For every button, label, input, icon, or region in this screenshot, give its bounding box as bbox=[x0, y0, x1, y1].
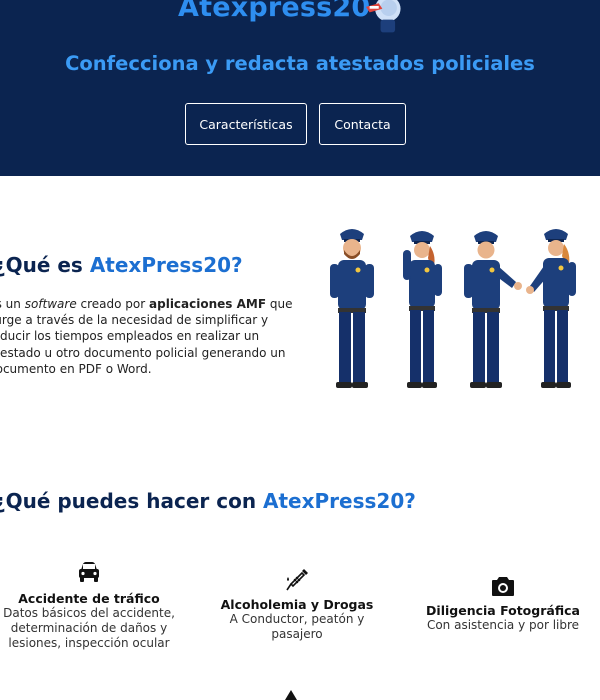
features-button[interactable]: Características bbox=[185, 103, 307, 145]
feature-alcoholemia: Alcoholemia y Drogas A Conductor, peatón… bbox=[212, 567, 382, 642]
feature-description: Con asistencia y por libre bbox=[426, 618, 580, 632]
hero-banner: Atexpress20 Confecciona y redacta atesta… bbox=[0, 0, 600, 176]
tagline: Confecciona y redacta atestados policial… bbox=[65, 52, 535, 75]
desc-bold: aplicaciones AMF bbox=[149, 297, 267, 311]
desc-italic: software bbox=[24, 297, 77, 311]
feature-fotografica: Diligencia Fotográfica Con asistencia y … bbox=[410, 575, 596, 633]
what-is-title-prefix: ¿Qué es bbox=[0, 253, 90, 277]
car-icon bbox=[79, 562, 99, 582]
desc-part-2: creado por bbox=[76, 297, 150, 311]
what-can-title-prefix: ¿Qué puedes hacer con bbox=[0, 489, 264, 513]
police-officers-illustration bbox=[330, 229, 576, 388]
feature-description: A Conductor, peatón y pasajero bbox=[229, 612, 365, 641]
what-can-title: ¿Qué puedes hacer con AtexPress20? bbox=[0, 489, 416, 513]
syringe-icon bbox=[286, 569, 308, 591]
desc-part-1: Es un bbox=[0, 297, 21, 311]
feature-name: Alcoholemia y Drogas bbox=[220, 597, 374, 612]
contact-button[interactable]: Contacta bbox=[319, 103, 406, 145]
next-feature-icon bbox=[285, 690, 297, 700]
what-is-title: ¿Qué es AtexPress20? bbox=[0, 253, 243, 277]
what-is-description: Es un software creado por aplicaciones A… bbox=[0, 296, 300, 377]
camera-icon bbox=[492, 577, 514, 596]
what-is-title-accent: AtexPress20? bbox=[89, 253, 243, 277]
feature-name: Diligencia Fotográfica bbox=[426, 603, 580, 618]
brand: Atexpress20 bbox=[178, 0, 370, 27]
what-can-title-accent: AtexPress20? bbox=[263, 489, 416, 513]
police-mascot-logo bbox=[366, 0, 401, 33]
feature-accidente: Accidente de tráfico Datos básicos del a… bbox=[0, 561, 190, 651]
feature-name: Accidente de tráfico bbox=[18, 591, 160, 606]
brand-name: Atexpress20 bbox=[178, 0, 371, 23]
feature-description: Datos básicos del accidente, determinaci… bbox=[3, 606, 175, 650]
